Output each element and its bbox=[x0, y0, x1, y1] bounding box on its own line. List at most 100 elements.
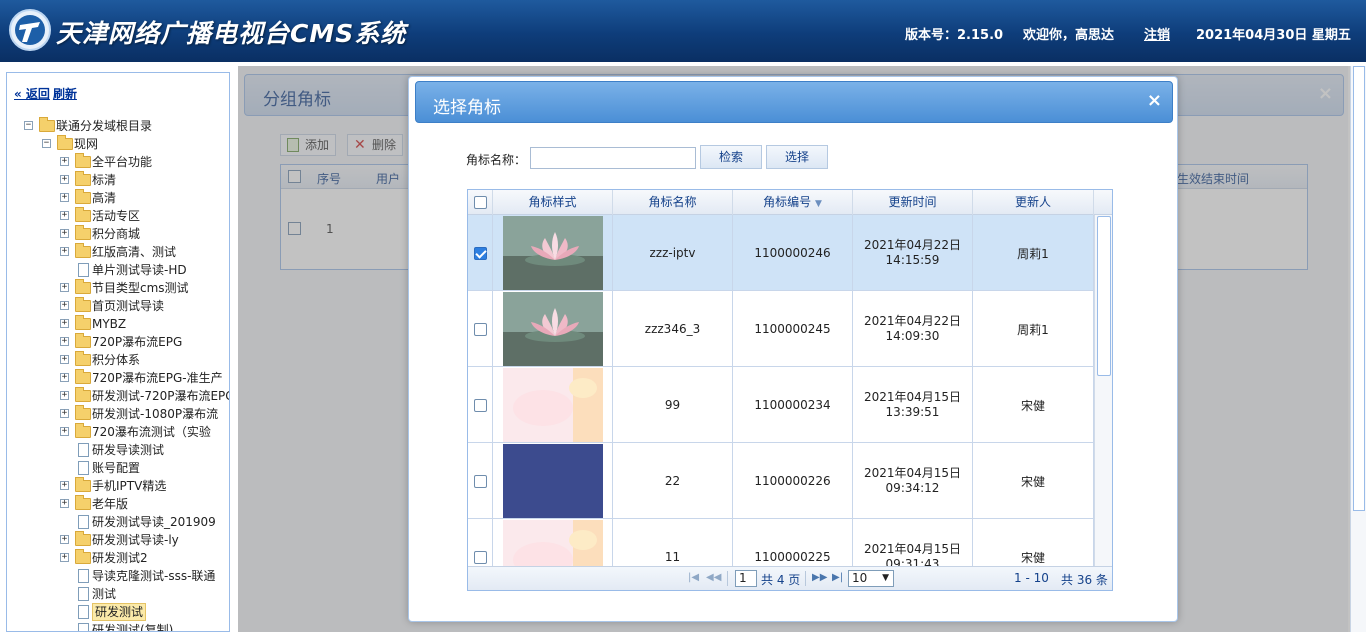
tree-node-label: 研发测试-1080P瀑布流 bbox=[92, 407, 219, 421]
row-checkbox[interactable] bbox=[473, 550, 487, 564]
tree-node[interactable]: 测试 bbox=[7, 585, 229, 603]
tree-node[interactable]: + 研发测试2 bbox=[7, 549, 229, 567]
dialog-close-icon[interactable]: × bbox=[1147, 90, 1162, 111]
tree-node[interactable]: + 标清 bbox=[7, 171, 229, 189]
table-header: 角标样式 角标名称 角标编号 ▼ 更新时间 更新人 bbox=[468, 190, 1112, 215]
expand-icon[interactable]: + bbox=[60, 553, 69, 562]
badge-thumbnail-icon bbox=[502, 520, 603, 566]
search-button[interactable]: 检索 bbox=[700, 145, 762, 169]
expand-icon[interactable]: + bbox=[60, 229, 69, 238]
tree-node[interactable]: + 节目类型cms测试 bbox=[7, 279, 229, 297]
prev-page-icon[interactable]: ◀◀ bbox=[706, 572, 721, 583]
table-scrollbar[interactable] bbox=[1094, 215, 1112, 566]
expand-icon[interactable]: + bbox=[60, 409, 69, 418]
page-size-select[interactable]: 10 ▼ bbox=[848, 570, 894, 587]
tree-node[interactable]: + 研发测试-1080P瀑布流 bbox=[7, 405, 229, 423]
expand-icon[interactable]: + bbox=[60, 481, 69, 490]
expand-icon[interactable]: + bbox=[60, 337, 69, 346]
expand-icon[interactable]: + bbox=[60, 247, 69, 256]
tree-node[interactable]: + 积分体系 bbox=[7, 351, 229, 369]
tree-node[interactable]: 账号配置 bbox=[7, 459, 229, 477]
page-size-value: 10 bbox=[852, 571, 868, 585]
expand-icon[interactable]: + bbox=[60, 427, 69, 436]
row-checkbox[interactable] bbox=[473, 398, 487, 412]
logout-link[interactable]: 注销 bbox=[1144, 24, 1170, 43]
folder-icon bbox=[75, 477, 91, 492]
tree-node[interactable]: +720P瀑布流EPG-准生产 bbox=[7, 369, 229, 387]
tree-node[interactable]: + 积分商城 bbox=[7, 225, 229, 243]
badge-name-input[interactable] bbox=[530, 147, 696, 169]
table-scrollbar-thumb[interactable] bbox=[1097, 216, 1111, 376]
tree-node[interactable]: 研发测试(复制) bbox=[7, 621, 229, 631]
tree-node[interactable]: + 活动专区 bbox=[7, 207, 229, 225]
row-checkbox[interactable] bbox=[473, 474, 487, 488]
expand-icon[interactable]: + bbox=[60, 535, 69, 544]
expand-icon[interactable]: + bbox=[60, 355, 69, 364]
back-link[interactable]: « 返回 bbox=[14, 87, 50, 101]
tree-node-label: 积分体系 bbox=[92, 353, 141, 367]
scrollbar-thumb[interactable] bbox=[1353, 66, 1365, 511]
collapse-icon[interactable]: − bbox=[42, 139, 51, 148]
tree-node[interactable]: +720P瀑布流EPG bbox=[7, 333, 229, 351]
tree-node-root[interactable]: − 联通分发域根目录 bbox=[7, 117, 229, 135]
select-all-checkbox[interactable] bbox=[473, 196, 487, 209]
tree-node[interactable]: + 全平台功能 bbox=[7, 153, 229, 171]
row-checkbox[interactable] bbox=[473, 246, 487, 260]
sort-desc-icon: ▼ bbox=[814, 199, 822, 209]
tree-node[interactable]: + 手机IPTV精选 bbox=[7, 477, 229, 495]
page-scrollbar[interactable] bbox=[1350, 66, 1366, 632]
expand-icon[interactable]: + bbox=[60, 211, 69, 220]
badge-code-cell: 1100000226 bbox=[733, 443, 853, 519]
col-style-header[interactable]: 角标样式 bbox=[493, 190, 613, 215]
select-button[interactable]: 选择 bbox=[766, 145, 828, 169]
expand-icon[interactable]: + bbox=[60, 373, 69, 382]
dialog-title: 选择角标 bbox=[433, 98, 501, 118]
expand-icon[interactable]: + bbox=[60, 301, 69, 310]
last-page-icon[interactable]: ▶| bbox=[832, 572, 843, 583]
refresh-link[interactable]: 刷新 bbox=[53, 87, 77, 101]
tree-node-folder[interactable]: − 现网 bbox=[7, 135, 229, 153]
table-row[interactable]: 11 1100000225 2021年04月15日 09:31:43 宋健 bbox=[468, 519, 1094, 566]
tree-node[interactable]: 研发测试 bbox=[7, 603, 229, 621]
tree-node[interactable]: 研发测试导读_201909 bbox=[7, 513, 229, 531]
tree-node[interactable]: + 高清 bbox=[7, 189, 229, 207]
tree-node[interactable]: + 老年版 bbox=[7, 495, 229, 513]
tree-node[interactable]: + MYBZ bbox=[7, 315, 229, 333]
first-page-icon[interactable]: |◀ bbox=[688, 572, 699, 583]
col-code-header[interactable]: 角标编号 ▼ bbox=[733, 190, 853, 215]
col-name-header[interactable]: 角标名称 bbox=[613, 190, 733, 215]
expand-icon[interactable]: + bbox=[60, 499, 69, 508]
expand-icon[interactable]: + bbox=[60, 193, 69, 202]
table-row[interactable]: zzz346_3 1100000245 2021年04月22日 14:09:30 周莉… bbox=[468, 291, 1094, 367]
tree-node[interactable]: 研发导读测试 bbox=[7, 441, 229, 459]
tree-node[interactable]: + 首页测试导读 bbox=[7, 297, 229, 315]
tree-node[interactable]: + 研发测试导读-ly bbox=[7, 531, 229, 549]
pager: |◀ ◀◀ 1 共 4 页 ▶▶ ▶| 10 ▼ 1 - 10 共 36 条 bbox=[468, 566, 1112, 590]
tree-node-label: 研发测试导读-ly bbox=[92, 533, 179, 547]
tree-node-label: 全平台功能 bbox=[92, 155, 153, 169]
folder-icon bbox=[75, 351, 91, 366]
folder-icon bbox=[75, 189, 91, 204]
tree-node[interactable]: + 研发测试-720P瀑布流EPG bbox=[7, 387, 229, 405]
expand-icon[interactable]: + bbox=[60, 391, 69, 400]
expand-icon[interactable]: + bbox=[60, 157, 69, 166]
col-user-header[interactable]: 更新人 bbox=[973, 190, 1094, 215]
table-row[interactable]: 22 1100000226 2021年04月15日 09:34:12 宋健 bbox=[468, 443, 1094, 519]
tree-node[interactable]: +720瀑布流测试（实验 bbox=[7, 423, 229, 441]
next-page-icon[interactable]: ▶▶ bbox=[812, 572, 827, 583]
expand-icon[interactable]: + bbox=[60, 283, 69, 292]
col-time-header[interactable]: 更新时间 bbox=[853, 190, 973, 215]
version-label: 版本号：2.15.0 bbox=[905, 28, 1004, 43]
tree-node[interactable]: + 红版高清、测试 bbox=[7, 243, 229, 261]
row-checkbox[interactable] bbox=[473, 322, 487, 336]
table-row[interactable]: 99 1100000234 2021年04月15日 13:39:51 宋健 bbox=[468, 367, 1094, 443]
table-row[interactable]: zzz-iptv 1100000246 2021年04月22日 14:15:59 周莉… bbox=[468, 215, 1094, 291]
collapse-icon[interactable]: − bbox=[24, 121, 33, 130]
tree-node[interactable]: 单片测试导读-HD bbox=[7, 261, 229, 279]
checkbox-cell bbox=[468, 519, 493, 566]
tree-node[interactable]: 导读克隆测试-sss-联通 bbox=[7, 567, 229, 585]
folder-icon bbox=[75, 495, 91, 510]
page-number-input[interactable]: 1 bbox=[735, 570, 757, 587]
expand-icon[interactable]: + bbox=[60, 319, 69, 328]
expand-icon[interactable]: + bbox=[60, 175, 69, 184]
